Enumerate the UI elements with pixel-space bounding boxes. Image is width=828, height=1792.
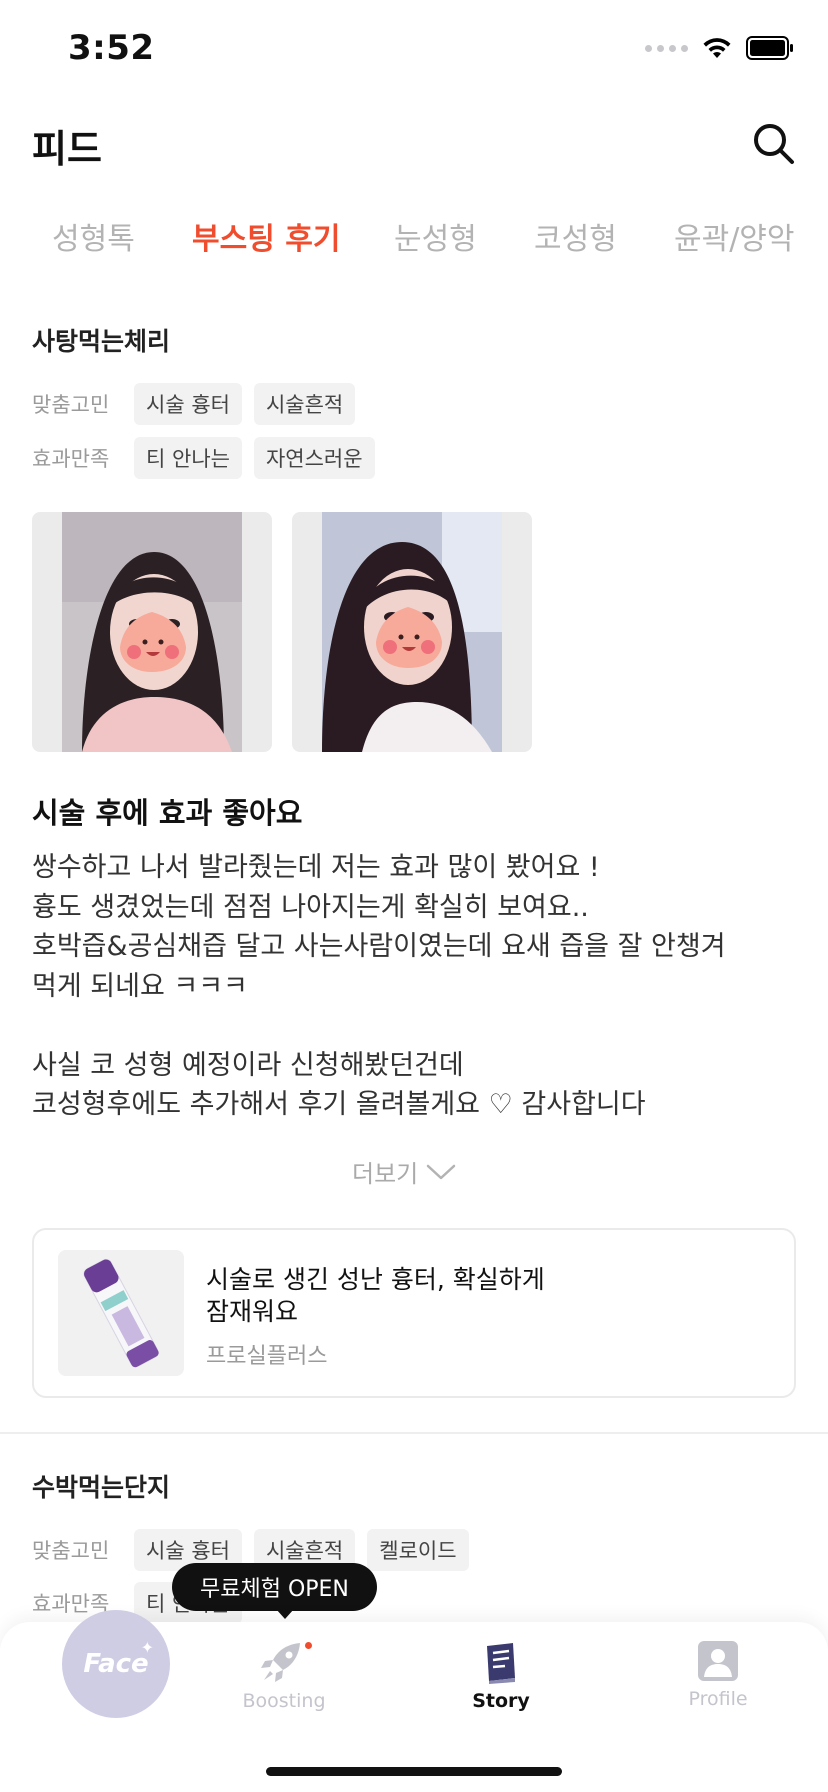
face-button[interactable]: Face ✦ bbox=[62, 1610, 170, 1718]
post-photo[interactable] bbox=[292, 512, 532, 752]
concern-label: 맞춤고민 bbox=[32, 1539, 110, 1563]
post-author[interactable]: 사탕먹는체리 bbox=[32, 322, 170, 358]
book-icon bbox=[487, 1643, 515, 1684]
search-icon bbox=[754, 124, 794, 164]
page-title: 피드 bbox=[32, 127, 102, 171]
nav-label: Story bbox=[472, 1690, 530, 1712]
cellular-signal-icon bbox=[645, 44, 688, 52]
selfie-image bbox=[322, 512, 502, 752]
product-image bbox=[58, 1250, 184, 1376]
product-title: 시술로 생긴 성난 흉터, 확실하게 잠재워요 bbox=[206, 1264, 626, 1328]
product-brand: 프로실플러스 bbox=[206, 1344, 328, 1369]
concern-tags-row: 맞춤고민 시술 흉터 시술흔적 bbox=[32, 383, 367, 425]
post-body-line bbox=[32, 1006, 802, 1046]
satisfaction-tag: 티 안나는 bbox=[134, 437, 242, 479]
post-divider bbox=[0, 1432, 828, 1434]
nav-label: Boosting bbox=[242, 1690, 326, 1712]
tooltip-arrow bbox=[276, 1609, 294, 1619]
product-card[interactable]: 시술로 생긴 성난 흉터, 확실하게 잠재워요 프로실플러스 bbox=[32, 1228, 796, 1398]
more-label: 더보기 bbox=[352, 1160, 419, 1188]
nav-profile[interactable]: Profile bbox=[648, 1640, 788, 1710]
nav-label: Profile bbox=[688, 1688, 748, 1710]
header: 피드 bbox=[0, 118, 828, 178]
product-title-line: 잠재워요 bbox=[206, 1297, 299, 1326]
satisfaction-tag: 자연스러운 bbox=[253, 437, 375, 479]
tab-boosting-review[interactable]: 부스팅 후기 bbox=[192, 214, 340, 258]
face-label: Face bbox=[83, 1649, 149, 1679]
category-tabs: 성형톡 부스팅 후기 눈성형 코성형 윤곽/양악 bbox=[0, 214, 828, 264]
concern-label: 맞춤고민 bbox=[32, 393, 110, 417]
tab-nose-surgery[interactable]: 코성형 bbox=[534, 214, 617, 258]
post-body-line: 코성형후에도 추가해서 후기 올려볼게요 ♡ 감사합니다 bbox=[32, 1089, 646, 1120]
sparkle-icon: ✦ bbox=[140, 1638, 154, 1657]
status-indicators bbox=[645, 36, 794, 60]
tab-plastic-talk[interactable]: 성형톡 bbox=[52, 214, 135, 258]
search-button[interactable] bbox=[750, 120, 798, 168]
tooltip-text: 무료체험 OPEN bbox=[200, 1577, 349, 1602]
selfie-image bbox=[62, 512, 242, 752]
product-title-line: 시술로 생긴 성난 흉터, 확실하게 bbox=[206, 1265, 545, 1294]
post-author[interactable]: 수박먹는단지 bbox=[32, 1468, 170, 1504]
more-button[interactable]: 더보기 bbox=[352, 1154, 456, 1189]
person-icon bbox=[698, 1641, 738, 1681]
nav-story[interactable]: Story bbox=[431, 1640, 571, 1712]
status-time: 3:52 bbox=[68, 28, 155, 68]
post-body-line: 쌍수하고 나서 발라줬는데 저는 효과 많이 봤어요 ! bbox=[32, 852, 600, 883]
concern-tag: 켈로이드 bbox=[367, 1529, 469, 1571]
home-indicator bbox=[266, 1767, 562, 1776]
battery-icon bbox=[746, 36, 793, 60]
concern-tag: 시술흔적 bbox=[253, 383, 356, 425]
tab-contour[interactable]: 윤곽/양악 bbox=[674, 214, 795, 258]
satisfaction-label: 효과만족 bbox=[32, 447, 110, 471]
post-title: 시술 후에 효과 좋아요 bbox=[32, 796, 303, 830]
new-badge-dot bbox=[305, 1642, 312, 1649]
satisfaction-tags-row: 효과만족 티 안나는 자연스러운 bbox=[32, 437, 387, 479]
post-body-line: 사실 코 성형 예정이라 신청해봤던건데 bbox=[32, 1049, 464, 1081]
free-trial-tooltip[interactable]: 무료체험 OPEN bbox=[172, 1563, 377, 1611]
post-body-line: 호박즙&공심채즙 달고 사는사람이였는데 요새 즙을 잘 안챙겨 bbox=[32, 931, 726, 962]
tab-eye-surgery[interactable]: 눈성형 bbox=[394, 214, 477, 258]
rocket-icon bbox=[261, 1643, 300, 1682]
post-body-line: 흉도 생겼었는데 점점 나아지는게 확실히 보여요.. bbox=[32, 891, 589, 923]
wifi-icon bbox=[703, 38, 731, 58]
post-body-line: 먹게 되네요 ㅋㅋㅋ bbox=[32, 970, 248, 1002]
nav-boosting[interactable]: Boosting bbox=[214, 1640, 354, 1712]
chevron-down-icon bbox=[427, 1164, 456, 1179]
feed-screen: 3:52 피드 성형톡 부스팅 후기 눈성형 코성형 윤곽/양악 사탕먹는체리 … bbox=[0, 0, 828, 1792]
post-body: 쌍수하고 나서 발라줬는데 저는 효과 많이 봤어요 ! 흉도 생겼었는데 점점… bbox=[32, 848, 802, 1125]
post-photo[interactable] bbox=[32, 512, 272, 752]
concern-tag: 시술 흉터 bbox=[134, 383, 242, 425]
status-bar: 3:52 bbox=[0, 0, 828, 100]
